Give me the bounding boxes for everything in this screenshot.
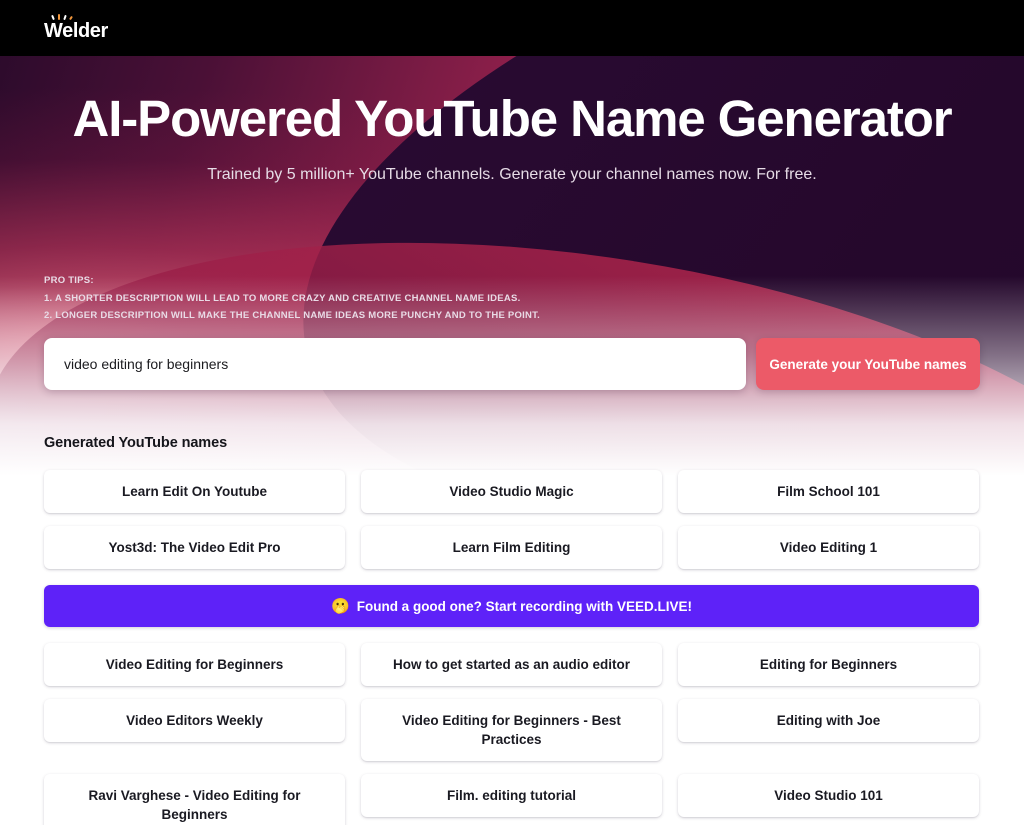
hero-section: AI-Powered YouTube Name Generator Traine…	[0, 56, 1024, 184]
channel-description-input[interactable]	[44, 338, 746, 390]
results-heading: Generated YouTube names	[44, 435, 228, 451]
generate-names-button[interactable]: Generate your YouTube names	[756, 338, 980, 390]
page-subtitle: Trained by 5 million+ YouTube channels. …	[207, 166, 817, 183]
veed-live-cta-label: Found a good one? Start recording with V…	[356, 598, 692, 614]
pro-tips: PRO TIPS: 1. A SHORTER DESCRIPTION WILL …	[44, 272, 540, 325]
generated-name-card[interactable]: Video Editing for Beginners	[44, 643, 345, 686]
generated-names-grid: Learn Edit On Youtube Video Studio Magic F…	[44, 470, 980, 825]
generator-form: Generate your YouTube names	[44, 338, 980, 390]
generated-name-card[interactable]: Editing for Beginners	[678, 643, 979, 686]
generated-name-card[interactable]: Video Editors Weekly	[44, 699, 345, 742]
generated-name-card[interactable]: Ravi Varghese - Video Editing for Beginn…	[44, 774, 345, 825]
face-with-hand-over-mouth-emoji: 🫢	[331, 597, 350, 615]
logo-wordmark: Welder	[44, 20, 108, 42]
welder-logo[interactable]: Welder	[44, 14, 124, 44]
pro-tips-item-1: 1. A SHORTER DESCRIPTION WILL LEAD TO MO…	[44, 292, 521, 304]
generated-name-card[interactable]: Editing with Joe	[678, 699, 979, 742]
generated-name-card[interactable]: Video Editing 1	[678, 526, 979, 569]
generated-name-card[interactable]: Learn Edit On Youtube	[44, 470, 345, 513]
generated-name-card[interactable]: Film School 101	[678, 470, 979, 513]
generated-name-card[interactable]: Video Editing for Beginners - Best Pract…	[361, 699, 662, 761]
pro-tips-item-2: 2. LONGER DESCRIPTION WILL MAKE THE CHAN…	[44, 310, 541, 321]
generated-name-card[interactable]: Video Studio 101	[678, 774, 979, 817]
generated-name-card[interactable]: How to get started as an audio editor	[361, 643, 662, 686]
generated-name-card[interactable]: Film. editing tutorial	[361, 774, 662, 817]
generated-name-card[interactable]: Video Studio Magic	[361, 470, 662, 513]
generated-name-card[interactable]: Yost3d: The Video Edit Pro	[44, 526, 345, 569]
pro-tips-heading: PRO TIPS:	[44, 275, 94, 286]
top-navbar: Welder	[0, 0, 1024, 56]
results-section: Generated YouTube names Learn Edit On Yo…	[44, 435, 980, 825]
generated-name-card[interactable]: Learn Film Editing	[361, 526, 662, 569]
page-title: AI-Powered YouTube Name Generator	[72, 90, 952, 147]
veed-live-cta-banner[interactable]: 🫢 Found a good one? Start recording with …	[44, 585, 979, 627]
